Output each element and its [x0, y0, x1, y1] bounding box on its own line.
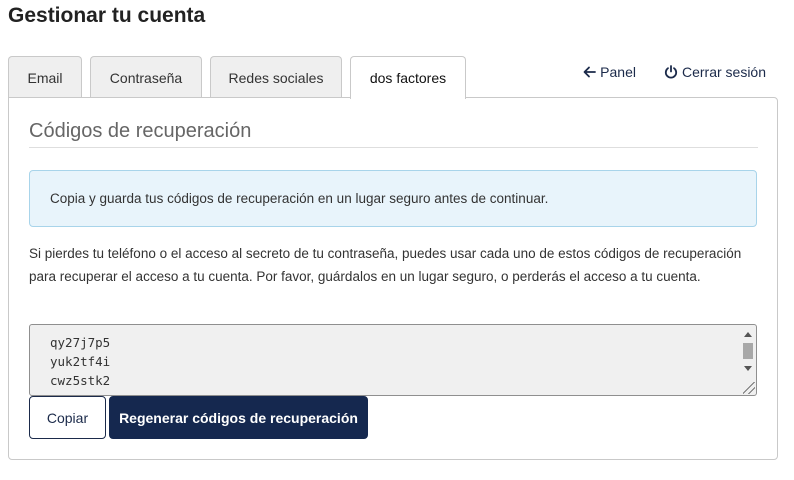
action-buttons: Copiar Regenerar códigos de recuperación — [29, 396, 368, 439]
tab-two-factor[interactable]: dos factores — [350, 56, 466, 99]
panel-link[interactable]: Panel — [583, 64, 636, 80]
power-icon — [664, 65, 678, 79]
tab-social[interactable]: Redes sociales — [210, 56, 342, 98]
recovery-codes-list: qy27j7p5 yuk2tf4i cwz5stk2 — [50, 333, 110, 390]
copy-button[interactable]: Copiar — [29, 396, 106, 439]
panel-link-label: Panel — [600, 64, 636, 80]
info-alert-text: Copia y guarda tus códigos de recuperaci… — [50, 191, 549, 206]
info-alert: Copia y guarda tus códigos de recuperaci… — [29, 170, 757, 227]
recovery-code: yuk2tf4i — [50, 354, 111, 369]
top-links: Panel Cerrar sesión — [583, 64, 766, 80]
scroll-down-arrow-icon[interactable] — [744, 366, 752, 371]
two-factor-panel: Códigos de recuperación Copia y guarda t… — [8, 97, 778, 460]
arrow-left-icon — [583, 66, 597, 78]
scroll-up-arrow-icon[interactable] — [744, 332, 752, 337]
heading-divider — [29, 147, 758, 148]
logout-link[interactable]: Cerrar sesión — [664, 64, 766, 80]
tab-password[interactable]: Contraseña — [90, 56, 202, 98]
logout-link-label: Cerrar sesión — [681, 64, 766, 80]
recovery-codes-textarea[interactable]: qy27j7p5 yuk2tf4i cwz5stk2 — [29, 324, 757, 396]
recovery-description: Si pierdes tu teléfono o el acceso al se… — [29, 246, 742, 284]
section-heading: Códigos de recuperación — [29, 120, 252, 142]
recovery-code: cwz5stk2 — [50, 373, 111, 388]
resize-handle-icon[interactable] — [743, 382, 755, 394]
recovery-code: qy27j7p5 — [50, 335, 111, 350]
tab-email[interactable]: Email — [8, 56, 82, 98]
page-title: Gestionar tu cuenta — [8, 4, 206, 27]
scroll-thumb[interactable] — [743, 343, 753, 359]
regenerate-codes-button[interactable]: Regenerar códigos de recuperación — [109, 396, 368, 439]
